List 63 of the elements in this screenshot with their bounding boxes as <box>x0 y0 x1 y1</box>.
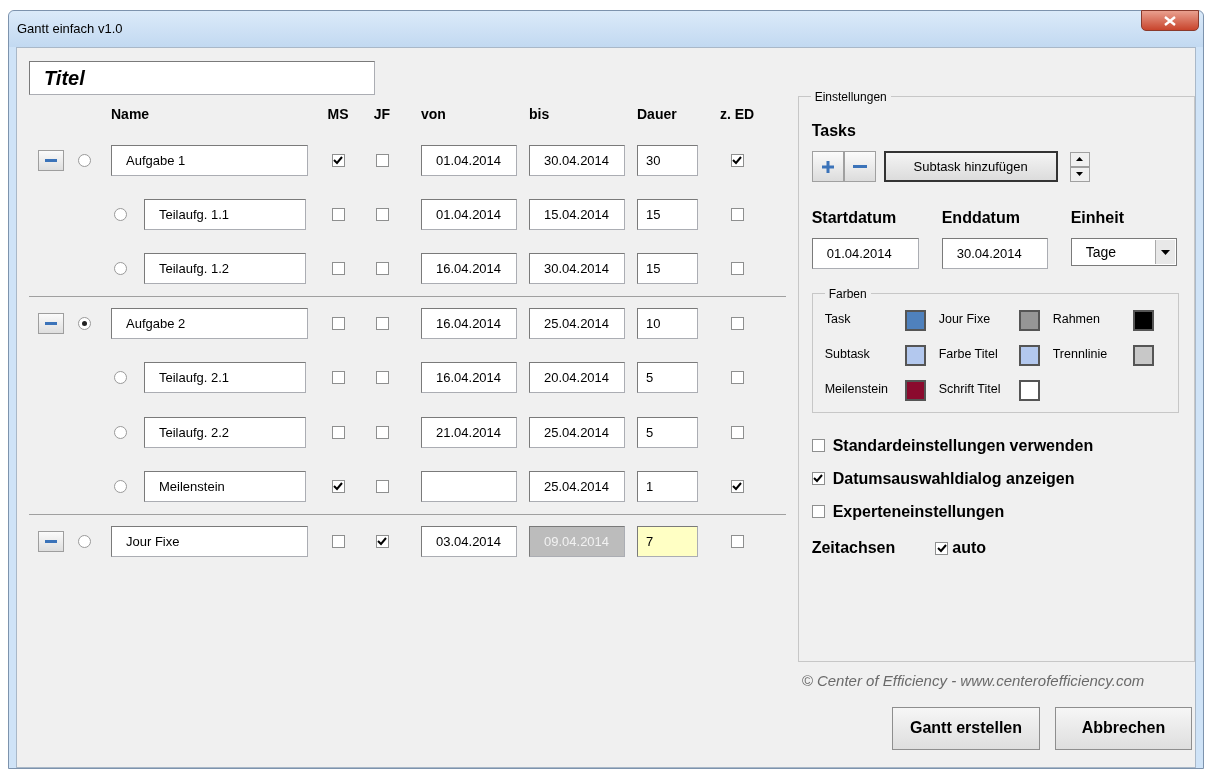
copyright-text: © Center of Efficiency - www.centerofefficiency.com <box>801 671 1146 691</box>
color-label: Rahmen <box>1052 311 1101 328</box>
date-field[interactable]: 30.04.2014 <box>529 253 625 285</box>
column-header: MS <box>327 104 349 124</box>
field-label: Startdatum <box>811 208 898 228</box>
color-label: Jour Fixe <box>938 311 992 328</box>
date-field[interactable]: 16.04.2014 <box>421 253 517 285</box>
color-label: Schrift Titel <box>938 381 1002 398</box>
name-field[interactable]: Teilaufg. 2.1 <box>144 362 306 394</box>
date-field[interactable]: 16.04.2014 <box>421 362 517 394</box>
date-field[interactable]: 25.04.2014 <box>529 416 625 448</box>
option-label: auto <box>952 538 987 558</box>
date-field[interactable]: 25.04.2014 <box>529 308 625 340</box>
name-field[interactable]: Teilaufg. 1.2 <box>144 253 306 285</box>
column-header: z. ED <box>719 104 755 124</box>
name-field[interactable]: Jour Fixe <box>111 525 308 557</box>
date-field[interactable]: 30.04.2014 <box>529 144 625 176</box>
date-field[interactable]: 01.04.2014 <box>421 144 517 176</box>
duration-field[interactable]: 7 <box>637 525 698 557</box>
name-field[interactable]: Aufgabe 2 <box>111 308 308 340</box>
name-field[interactable]: Meilenstein <box>144 471 306 503</box>
column-header: Dauer <box>637 104 678 124</box>
column-header: bis <box>529 104 551 124</box>
duration-field[interactable]: 10 <box>637 308 698 340</box>
window-title: Gantt einfach v1.0 <box>17 20 123 39</box>
name-field[interactable]: Teilaufg. 2.2 <box>144 416 306 448</box>
column-header: JF <box>373 104 391 124</box>
option-label: Zeitachsen <box>811 538 896 558</box>
section-label: Tasks <box>811 121 857 141</box>
option-label: Datumsauswahldialog anzeigen <box>832 468 1075 489</box>
option-label: Standardeinstellungen verwenden <box>832 435 1094 456</box>
column-header: Name <box>111 104 150 124</box>
date-field[interactable]: 16.04.2014 <box>421 308 517 340</box>
color-label: Trennlinie <box>1052 346 1109 363</box>
duration-field[interactable]: 1 <box>637 471 698 503</box>
duration-field[interactable]: 5 <box>637 416 698 448</box>
name-field[interactable]: Aufgabe 1 <box>111 144 308 176</box>
duration-field[interactable]: 15 <box>637 199 698 231</box>
color-label: Subtask <box>824 346 871 363</box>
color-label: Meilenstein <box>824 381 889 398</box>
field-label: Einheit <box>1070 208 1126 228</box>
duration-field[interactable]: 5 <box>637 362 698 394</box>
duration-field[interactable]: 30 <box>637 144 698 176</box>
column-header: von <box>421 104 447 124</box>
date-field[interactable]: 20.04.2014 <box>529 362 625 394</box>
date-field[interactable]: 25.04.2014 <box>529 471 625 503</box>
name-field[interactable]: Teilaufg. 1.1 <box>144 199 306 231</box>
dialog-button[interactable]: Gantt erstellen <box>892 706 1040 750</box>
date-field[interactable]: 01.04.2014 <box>811 238 919 269</box>
unit-dropdown[interactable]: Tage <box>1070 238 1177 266</box>
color-label: Farbe Titel <box>938 346 999 363</box>
date-field[interactable]: 03.04.2014 <box>421 525 517 557</box>
title-field[interactable]: Titel <box>29 61 375 95</box>
date-field[interactable]: 21.04.2014 <box>421 416 517 448</box>
date-field[interactable]: 15.04.2014 <box>529 199 625 231</box>
option-label: Experteneinstellungen <box>832 501 1005 522</box>
field-label: Enddatum <box>941 208 1021 228</box>
color-label: Task <box>824 311 852 328</box>
dialog-button[interactable]: Abbrechen <box>1055 706 1192 750</box>
date-field[interactable]: 30.04.2014 <box>941 238 1048 269</box>
duration-field[interactable]: 15 <box>637 253 698 285</box>
date-field[interactable]: 01.04.2014 <box>421 199 517 231</box>
add-subtask-button[interactable]: Subtask hinzufügen <box>883 151 1058 182</box>
